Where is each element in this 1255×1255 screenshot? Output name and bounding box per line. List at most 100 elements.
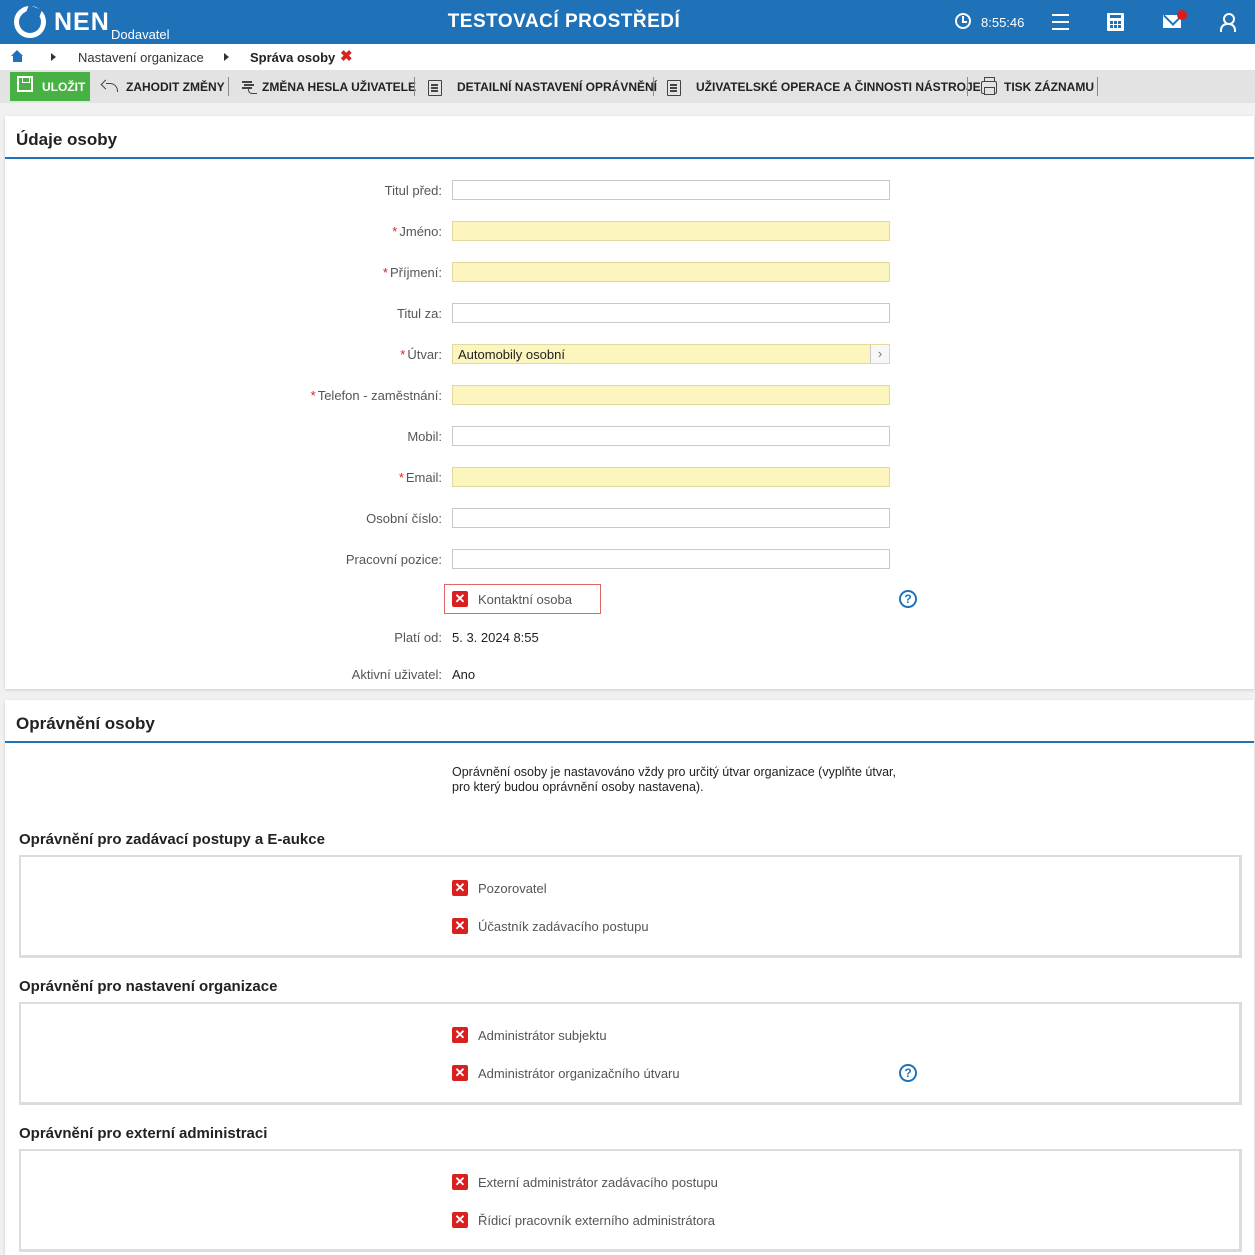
procurement-permissions-title: Oprávnění pro zadávací postupy a E-aukce [19,831,325,848]
toolbar-divider [967,77,968,96]
top-bar: NEN Dodavatel TESTOVACÍ PROSTŘEDÍ 8:55:4… [0,0,1255,44]
toolbar: ULOŽIT ZAHODIT ZMĚNY ZMĚNA HESLA UŽIVATE… [0,70,1255,103]
title-after-label: Titul za: [396,306,442,321]
last-name-label: * Příjmení: [383,265,442,280]
work-phone-label-text: Telefon - zaměstnání: [317,388,442,403]
external-admin-permissions-box [19,1149,1242,1252]
discard-changes-button[interactable]: ZAHODIT ZMĚNY [100,72,225,101]
help-icon[interactable]: ? [899,1064,917,1082]
subject-admin-label: Administrátor subjektu [478,1028,607,1043]
title-after-input[interactable] [452,303,890,323]
user-operations-button[interactable]: UŽIVATELSKÉ OPERACE A ČINNOSTI NÁSTROJE [665,72,981,101]
unchecked-icon[interactable]: ✕ [452,1065,468,1081]
save-button[interactable]: ULOŽIT [10,72,90,101]
active-user-value: Ano [452,667,476,682]
clock-icon [955,13,971,29]
email-label-text: Email: [405,470,442,485]
chevron-right-icon [51,53,56,61]
toolbar-divider [1097,77,1098,96]
toolbar-divider [414,77,415,96]
unchecked-icon[interactable]: ✕ [452,1174,468,1190]
user-icon[interactable] [1220,13,1236,32]
position-input[interactable] [452,549,890,569]
position-row: Pracovní pozice: [5,549,1254,571]
last-name-label-text: Příjmení: [389,265,442,280]
personal-number-input[interactable] [452,508,890,528]
unchecked-icon[interactable]: ✕ [452,1212,468,1228]
required-marker: * [382,265,388,280]
personal-number-row: Osobní číslo: [5,508,1254,530]
first-name-input[interactable] [452,221,890,241]
external-admin-manager-label: Řídicí pracovník externího administrátor… [478,1213,715,1228]
department-lookup-button[interactable]: › [870,345,889,363]
printer-icon [981,77,997,95]
work-phone-label: * Telefon - zaměstnání: [311,388,442,403]
observer-label: Pozorovatel [478,881,547,896]
home-icon[interactable] [11,50,24,62]
department-row: *Útvar: › [5,344,1254,366]
procurement-permissions-box [19,855,1242,958]
contact-person-label: Kontaktní osoba [478,592,572,607]
unchecked-icon[interactable]: ✕ [452,1027,468,1043]
mobile-row: Mobil: [5,426,1254,448]
print-record-button[interactable]: TISK ZÁZNAMU [979,72,1095,101]
title-before-row: Titul před: [5,180,1254,202]
person-permissions-panel: Oprávnění osoby Oprávnění osoby je nasta… [5,700,1254,1255]
undo-icon [102,79,118,93]
active-user-label: Aktivní uživatel: [351,667,442,682]
last-name-row: * Příjmení: [5,262,1254,284]
breadcrumb-person-management[interactable]: Správa osoby [250,50,335,65]
menu-icon[interactable] [1052,14,1069,30]
email-label: * Email: [399,470,442,485]
user-operations-label: UŽIVATELSKÉ OPERACE A ČINNOSTI NÁSTROJE [696,80,981,94]
title-after-row: Titul za: [5,303,1254,325]
position-label: Pracovní pozice: [345,552,442,567]
first-name-label: * Jméno: [392,224,442,239]
permissions-info-text: Oprávnění osoby je nastavováno vždy pro … [452,765,896,794]
help-icon[interactable]: ? [899,590,917,608]
floppy-disk-icon [17,76,33,92]
person-details-title: Údaje osoby [16,130,118,149]
notification-dot [1177,10,1187,20]
discard-changes-label: ZAHODIT ZMĚNY [126,80,225,94]
person-details-panel: Údaje osoby Titul před: * Jméno: * Příjmen… [5,116,1254,689]
first-name-row: * Jméno: [5,221,1254,243]
unchecked-icon[interactable]: ✕ [452,591,468,607]
valid-from-row: Platí od: 5. 3. 2024 8:55 [5,627,1254,649]
required-marker: * [310,388,316,403]
mobile-input[interactable] [452,426,890,446]
valid-from-value: 5. 3. 2024 8:55 [452,630,539,645]
organization-permissions-box [19,1002,1242,1105]
work-phone-input[interactable] [452,385,890,405]
required-marker: * [392,224,398,239]
external-admin-permissions-title: Oprávnění pro externí administraci [19,1125,268,1142]
unchecked-icon[interactable]: ✕ [452,880,468,896]
breadcrumb: Nastavení organizace Správa osoby ✖ [0,44,1255,70]
last-name-input[interactable] [452,262,890,282]
person-permissions-title: Oprávnění osoby [16,714,155,733]
detailed-permissions-button[interactable]: DETAILNÍ NASTAVENÍ OPRÁVNĚNÍ [426,72,657,101]
calculator-icon[interactable] [1107,13,1124,31]
detailed-permissions-label: DETAILNÍ NASTAVENÍ OPRÁVNĚNÍ [457,80,658,94]
required-marker: * [400,347,406,362]
breadcrumb-organization-settings[interactable]: Nastavení organizace [78,50,204,65]
document-icon [667,80,681,96]
work-phone-row: * Telefon - zaměstnání: [5,385,1254,407]
chevron-right-icon [224,53,229,61]
department-label-text: Útvar: [407,347,442,362]
unchecked-icon[interactable]: ✕ [452,918,468,934]
change-password-button[interactable]: ZMĚNA HESLA UŽIVATELE [240,72,416,101]
email-row: * Email: [5,467,1254,489]
unit-admin-label: Administrátor organizačního útvaru [478,1066,680,1081]
email-input[interactable] [452,467,890,487]
active-user-row: Aktivní uživatel: Ano [5,664,1254,686]
close-tab-icon[interactable]: ✖ [340,47,353,65]
save-button-label: ULOŽIT [42,80,86,94]
change-password-label: ZMĚNA HESLA UŽIVATELE [262,80,416,94]
department-label: * Útvar: [400,347,442,362]
document-icon [428,80,442,96]
title-before-input[interactable] [452,180,890,200]
department-input[interactable] [452,344,890,364]
required-marker: * [398,470,404,485]
organization-permissions-title: Oprávnění pro nastavení organizace [19,978,278,995]
